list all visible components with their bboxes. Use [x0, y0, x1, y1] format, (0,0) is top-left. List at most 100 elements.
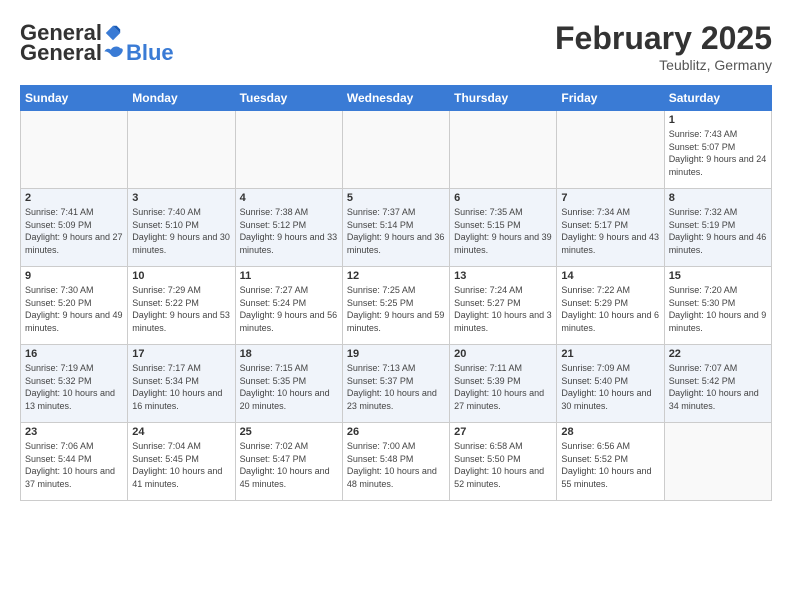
col-saturday: Saturday	[664, 86, 771, 111]
calendar-cell: 27 Sunrise: 6:58 AM Sunset: 5:50 PM Dayli…	[450, 423, 557, 501]
calendar-cell	[128, 111, 235, 189]
day-number: 1	[669, 114, 767, 126]
day-info: Sunrise: 7:07 AM Sunset: 5:42 PM Dayligh…	[669, 362, 767, 412]
location: Teublitz, Germany	[555, 57, 772, 73]
day-info: Sunrise: 6:56 AM Sunset: 5:52 PM Dayligh…	[561, 440, 659, 490]
calendar-cell: 15 Sunrise: 7:20 AM Sunset: 5:30 PM Dayli…	[664, 267, 771, 345]
day-number: 23	[25, 426, 123, 438]
day-number: 18	[240, 348, 338, 360]
day-info: Sunrise: 7:17 AM Sunset: 5:34 PM Dayligh…	[132, 362, 230, 412]
day-number: 10	[132, 270, 230, 282]
day-number: 27	[454, 426, 552, 438]
logo-blue: Blue	[126, 40, 174, 66]
calendar: Sunday Monday Tuesday Wednesday Thursday…	[20, 85, 772, 501]
calendar-cell	[21, 111, 128, 189]
day-info: Sunrise: 7:11 AM Sunset: 5:39 PM Dayligh…	[454, 362, 552, 412]
calendar-cell: 24 Sunrise: 7:04 AM Sunset: 5:45 PM Dayli…	[128, 423, 235, 501]
day-info: Sunrise: 7:04 AM Sunset: 5:45 PM Dayligh…	[132, 440, 230, 490]
day-info: Sunrise: 7:02 AM Sunset: 5:47 PM Dayligh…	[240, 440, 338, 490]
day-info: Sunrise: 7:29 AM Sunset: 5:22 PM Dayligh…	[132, 284, 230, 334]
day-number: 13	[454, 270, 552, 282]
page: General General Blue February 2025 Teubl…	[0, 0, 792, 511]
calendar-cell: 14Sunrise: 7:22 AM Sunset: 5:29 PM Dayli…	[557, 267, 664, 345]
day-info: Sunrise: 7:27 AM Sunset: 5:24 PM Dayligh…	[240, 284, 338, 334]
day-info: Sunrise: 7:25 AM Sunset: 5:25 PM Dayligh…	[347, 284, 445, 334]
day-number: 8	[669, 192, 767, 204]
day-number: 26	[347, 426, 445, 438]
day-number: 19	[347, 348, 445, 360]
calendar-cell	[342, 111, 449, 189]
col-thursday: Thursday	[450, 86, 557, 111]
col-monday: Monday	[128, 86, 235, 111]
day-info: Sunrise: 7:41 AM Sunset: 5:09 PM Dayligh…	[25, 206, 123, 256]
day-info: Sunrise: 7:35 AM Sunset: 5:15 PM Dayligh…	[454, 206, 552, 256]
day-info: Sunrise: 6:58 AM Sunset: 5:50 PM Dayligh…	[454, 440, 552, 490]
day-number: 25	[240, 426, 338, 438]
calendar-cell: 13 Sunrise: 7:24 AM Sunset: 5:27 PM Dayli…	[450, 267, 557, 345]
day-number: 5	[347, 192, 445, 204]
calendar-cell: 4Sunrise: 7:38 AM Sunset: 5:12 PM Daylig…	[235, 189, 342, 267]
logo-general-2: General	[20, 40, 102, 66]
day-info: Sunrise: 7:09 AM Sunset: 5:40 PM Dayligh…	[561, 362, 659, 412]
day-info: Sunrise: 7:13 AM Sunset: 5:37 PM Dayligh…	[347, 362, 445, 412]
title-block: February 2025 Teublitz, Germany	[555, 20, 772, 73]
day-info: Sunrise: 7:43 AM Sunset: 5:07 PM Dayligh…	[669, 128, 767, 178]
calendar-cell: 20 Sunrise: 7:11 AM Sunset: 5:39 PM Dayli…	[450, 345, 557, 423]
calendar-week-row: 9 Sunrise: 7:30 AM Sunset: 5:20 PM Daylig…	[21, 267, 772, 345]
col-wednesday: Wednesday	[342, 86, 449, 111]
calendar-cell: 25 Sunrise: 7:02 AM Sunset: 5:47 PM Dayli…	[235, 423, 342, 501]
day-info: Sunrise: 7:20 AM Sunset: 5:30 PM Dayligh…	[669, 284, 767, 334]
calendar-cell: 3 Sunrise: 7:40 AM Sunset: 5:10 PM Daylig…	[128, 189, 235, 267]
day-info: Sunrise: 7:40 AM Sunset: 5:10 PM Dayligh…	[132, 206, 230, 256]
calendar-cell: 28 Sunrise: 6:56 AM Sunset: 5:52 PM Dayli…	[557, 423, 664, 501]
day-number: 21	[561, 348, 659, 360]
day-number: 11	[240, 270, 338, 282]
day-number: 12	[347, 270, 445, 282]
day-number: 15	[669, 270, 767, 282]
calendar-cell: 26 Sunrise: 7:00 AM Sunset: 5:48 PM Dayli…	[342, 423, 449, 501]
calendar-cell	[664, 423, 771, 501]
calendar-cell: 10 Sunrise: 7:29 AM Sunset: 5:22 PM Dayli…	[128, 267, 235, 345]
header: General General Blue February 2025 Teubl…	[20, 20, 772, 73]
calendar-cell: 2 Sunrise: 7:41 AM Sunset: 5:09 PM Daylig…	[21, 189, 128, 267]
day-number: 9	[25, 270, 123, 282]
logo: General General Blue	[20, 20, 174, 66]
calendar-cell	[557, 111, 664, 189]
day-number: 24	[132, 426, 230, 438]
calendar-cell: 1 Sunrise: 7:43 AM Sunset: 5:07 PM Daylig…	[664, 111, 771, 189]
col-tuesday: Tuesday	[235, 86, 342, 111]
calendar-cell: 21 Sunrise: 7:09 AM Sunset: 5:40 PM Dayli…	[557, 345, 664, 423]
day-number: 16	[25, 348, 123, 360]
calendar-cell: 11 Sunrise: 7:27 AM Sunset: 5:24 PM Dayli…	[235, 267, 342, 345]
day-number: 3	[132, 192, 230, 204]
calendar-cell: 9 Sunrise: 7:30 AM Sunset: 5:20 PM Daylig…	[21, 267, 128, 345]
day-info: Sunrise: 7:00 AM Sunset: 5:48 PM Dayligh…	[347, 440, 445, 490]
calendar-week-row: 2 Sunrise: 7:41 AM Sunset: 5:09 PM Daylig…	[21, 189, 772, 267]
logo-bird-icon	[104, 45, 124, 61]
calendar-header-row: Sunday Monday Tuesday Wednesday Thursday…	[21, 86, 772, 111]
day-number: 6	[454, 192, 552, 204]
day-number: 20	[454, 348, 552, 360]
day-number: 22	[669, 348, 767, 360]
calendar-cell: 16 Sunrise: 7:19 AM Sunset: 5:32 PM Dayli…	[21, 345, 128, 423]
calendar-cell: 8 Sunrise: 7:32 AM Sunset: 5:19 PM Daylig…	[664, 189, 771, 267]
day-info: Sunrise: 7:38 AM Sunset: 5:12 PM Dayligh…	[240, 206, 338, 256]
day-number: 28	[561, 426, 659, 438]
day-info: Sunrise: 7:24 AM Sunset: 5:27 PM Dayligh…	[454, 284, 552, 334]
day-info: Sunrise: 7:32 AM Sunset: 5:19 PM Dayligh…	[669, 206, 767, 256]
day-number: 14	[561, 270, 659, 282]
day-info: Sunrise: 7:19 AM Sunset: 5:32 PM Dayligh…	[25, 362, 123, 412]
day-info: Sunrise: 7:06 AM Sunset: 5:44 PM Dayligh…	[25, 440, 123, 490]
calendar-cell: 7Sunrise: 7:34 AM Sunset: 5:17 PM Daylig…	[557, 189, 664, 267]
day-number: 2	[25, 192, 123, 204]
calendar-cell: 22 Sunrise: 7:07 AM Sunset: 5:42 PM Dayli…	[664, 345, 771, 423]
calendar-cell: 19 Sunrise: 7:13 AM Sunset: 5:37 PM Dayli…	[342, 345, 449, 423]
day-info: Sunrise: 7:37 AM Sunset: 5:14 PM Dayligh…	[347, 206, 445, 256]
day-number: 17	[132, 348, 230, 360]
day-info: Sunrise: 7:30 AM Sunset: 5:20 PM Dayligh…	[25, 284, 123, 334]
calendar-cell: 12 Sunrise: 7:25 AM Sunset: 5:25 PM Dayli…	[342, 267, 449, 345]
calendar-cell: 5 Sunrise: 7:37 AM Sunset: 5:14 PM Daylig…	[342, 189, 449, 267]
calendar-cell	[235, 111, 342, 189]
calendar-week-row: 16 Sunrise: 7:19 AM Sunset: 5:32 PM Dayli…	[21, 345, 772, 423]
calendar-cell	[450, 111, 557, 189]
